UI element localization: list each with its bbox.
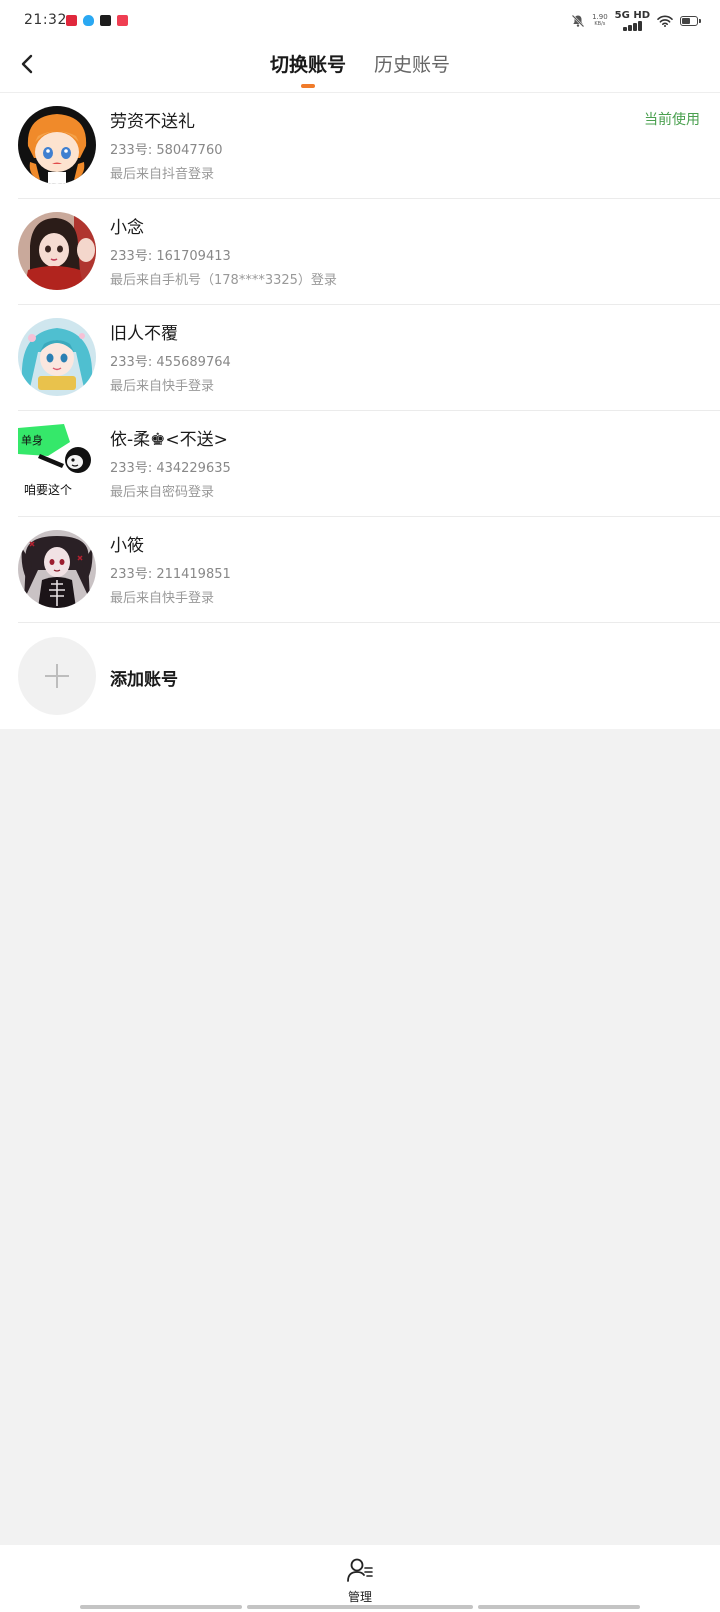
status-time: 21:32: [24, 12, 67, 28]
account-name: 劳资不送礼: [110, 112, 195, 132]
network-type: 5G HD: [614, 10, 650, 21]
manage-button[interactable]: 管理: [320, 1557, 400, 1605]
tab-bar: 切换账号 历史账号: [0, 46, 720, 88]
app-notification-icon: [66, 15, 77, 26]
miku-blue-hair-avatar: [18, 318, 96, 396]
system-nav-strip: [247, 1605, 473, 1609]
manage-label: 管理: [347, 1590, 372, 1604]
header: 切换账号 历史账号: [0, 42, 720, 93]
bottom-bar: 管理: [0, 1545, 720, 1612]
account-id: 233号: 455689764: [110, 355, 231, 370]
video-notification-icon: [117, 15, 128, 26]
account-name: 小筱: [110, 536, 144, 556]
account-login-source: 最后来自手机号（178****3325）登录: [110, 273, 337, 288]
net-speed-value: 1.90: [592, 12, 608, 21]
account-id: 233号: 58047760: [110, 143, 223, 158]
account-id: 233号: 211419851: [110, 567, 231, 582]
game-notification-icon: [100, 15, 111, 26]
status-app-icons: [66, 15, 128, 26]
panda-meme-avatar: 单身 咱要这个: [18, 424, 96, 502]
status-indicators: 1.90 KB/s 5G HD: [571, 10, 701, 31]
account-item[interactable]: 单身 咱要这个 依-柔♚<不送> 233号: 434229635 最后来自密码登…: [0, 411, 720, 517]
meme-top-text: 单身: [21, 433, 43, 447]
tab-history-account-label: 历史账号: [374, 54, 451, 76]
girl-red-coat-avatar: [18, 212, 96, 290]
tab-switch-account[interactable]: 切换账号: [269, 46, 346, 88]
battery-icon: [680, 15, 701, 26]
account-item[interactable]: 小念 233号: 161709413 最后来自手机号（178****3325）登…: [0, 199, 720, 305]
account-login-source: 最后来自抖音登录: [110, 167, 215, 182]
tab-switch-account-label: 切换账号: [269, 54, 346, 76]
account-login-source: 最后来自快手登录: [110, 379, 215, 394]
tab-active-indicator: [300, 84, 315, 88]
net-speed-unit: KB/s: [594, 20, 606, 27]
account-id: 233号: 434229635: [110, 461, 231, 476]
add-account-label: 添加账号: [110, 670, 178, 690]
account-id: 233号: 161709413: [110, 249, 231, 264]
account-list: 劳资不送礼 233号: 58047760 最后来自抖音登录 当前使用 小念 23…: [0, 93, 720, 729]
account-name: 小念: [110, 218, 144, 238]
account-item[interactable]: 旧人不覆 233号: 455689764 最后来自快手登录: [0, 305, 720, 411]
wifi-icon: [657, 15, 673, 27]
status-bar: 21:32 1.90 KB/s 5G HD: [0, 0, 720, 42]
mute-bell-icon: [571, 14, 585, 27]
network-indicator: 5G HD: [615, 10, 650, 31]
user-manage-icon: [347, 1558, 373, 1582]
system-nav-strip: [478, 1605, 640, 1609]
qq-notification-icon: [83, 15, 94, 26]
account-name: 旧人不覆: [110, 324, 178, 344]
plus-icon: [45, 664, 69, 688]
account-login-source: 最后来自密码登录: [110, 485, 215, 500]
meme-bottom-text: 咱要这个: [24, 482, 72, 497]
gothic-girl-avatar: [18, 530, 96, 608]
add-account-circle: [18, 637, 96, 715]
tab-history-account[interactable]: 历史账号: [374, 46, 450, 87]
signal-bars-icon: [622, 21, 642, 31]
add-account-button[interactable]: 添加账号: [0, 623, 720, 729]
account-name: 依-柔♚<不送>: [110, 430, 228, 450]
net-speed: 1.90 KB/s: [592, 12, 608, 28]
account-login-source: 最后来自快手登录: [110, 591, 215, 606]
account-item[interactable]: 劳资不送礼 233号: 58047760 最后来自抖音登录 当前使用: [0, 93, 720, 199]
system-nav-strip: [80, 1605, 242, 1609]
current-account-badge: 当前使用: [644, 112, 700, 128]
anime-girl-orange-avatar: [18, 106, 96, 184]
account-item[interactable]: 小筱 233号: 211419851 最后来自快手登录: [0, 517, 720, 623]
